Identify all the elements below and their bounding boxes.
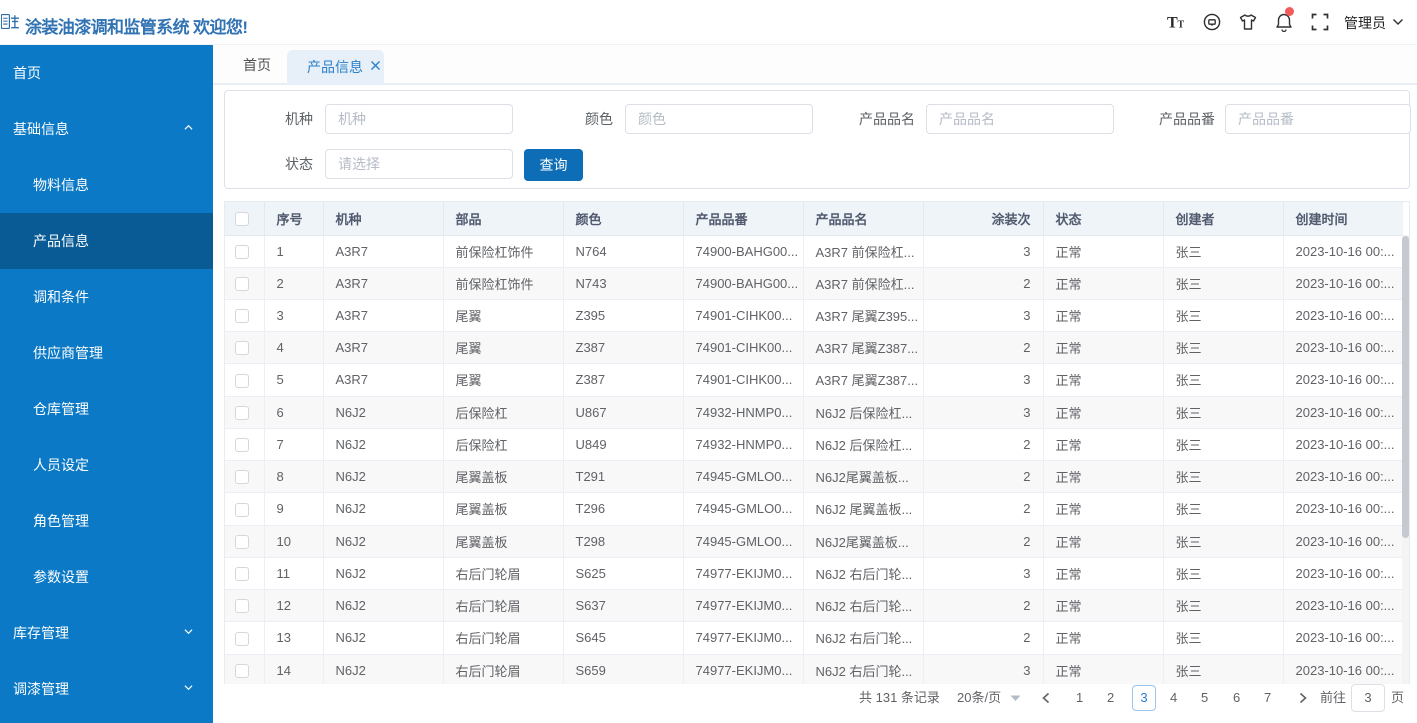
svg-text:T: T: [1167, 15, 1178, 32]
svg-text:T: T: [1178, 20, 1185, 31]
